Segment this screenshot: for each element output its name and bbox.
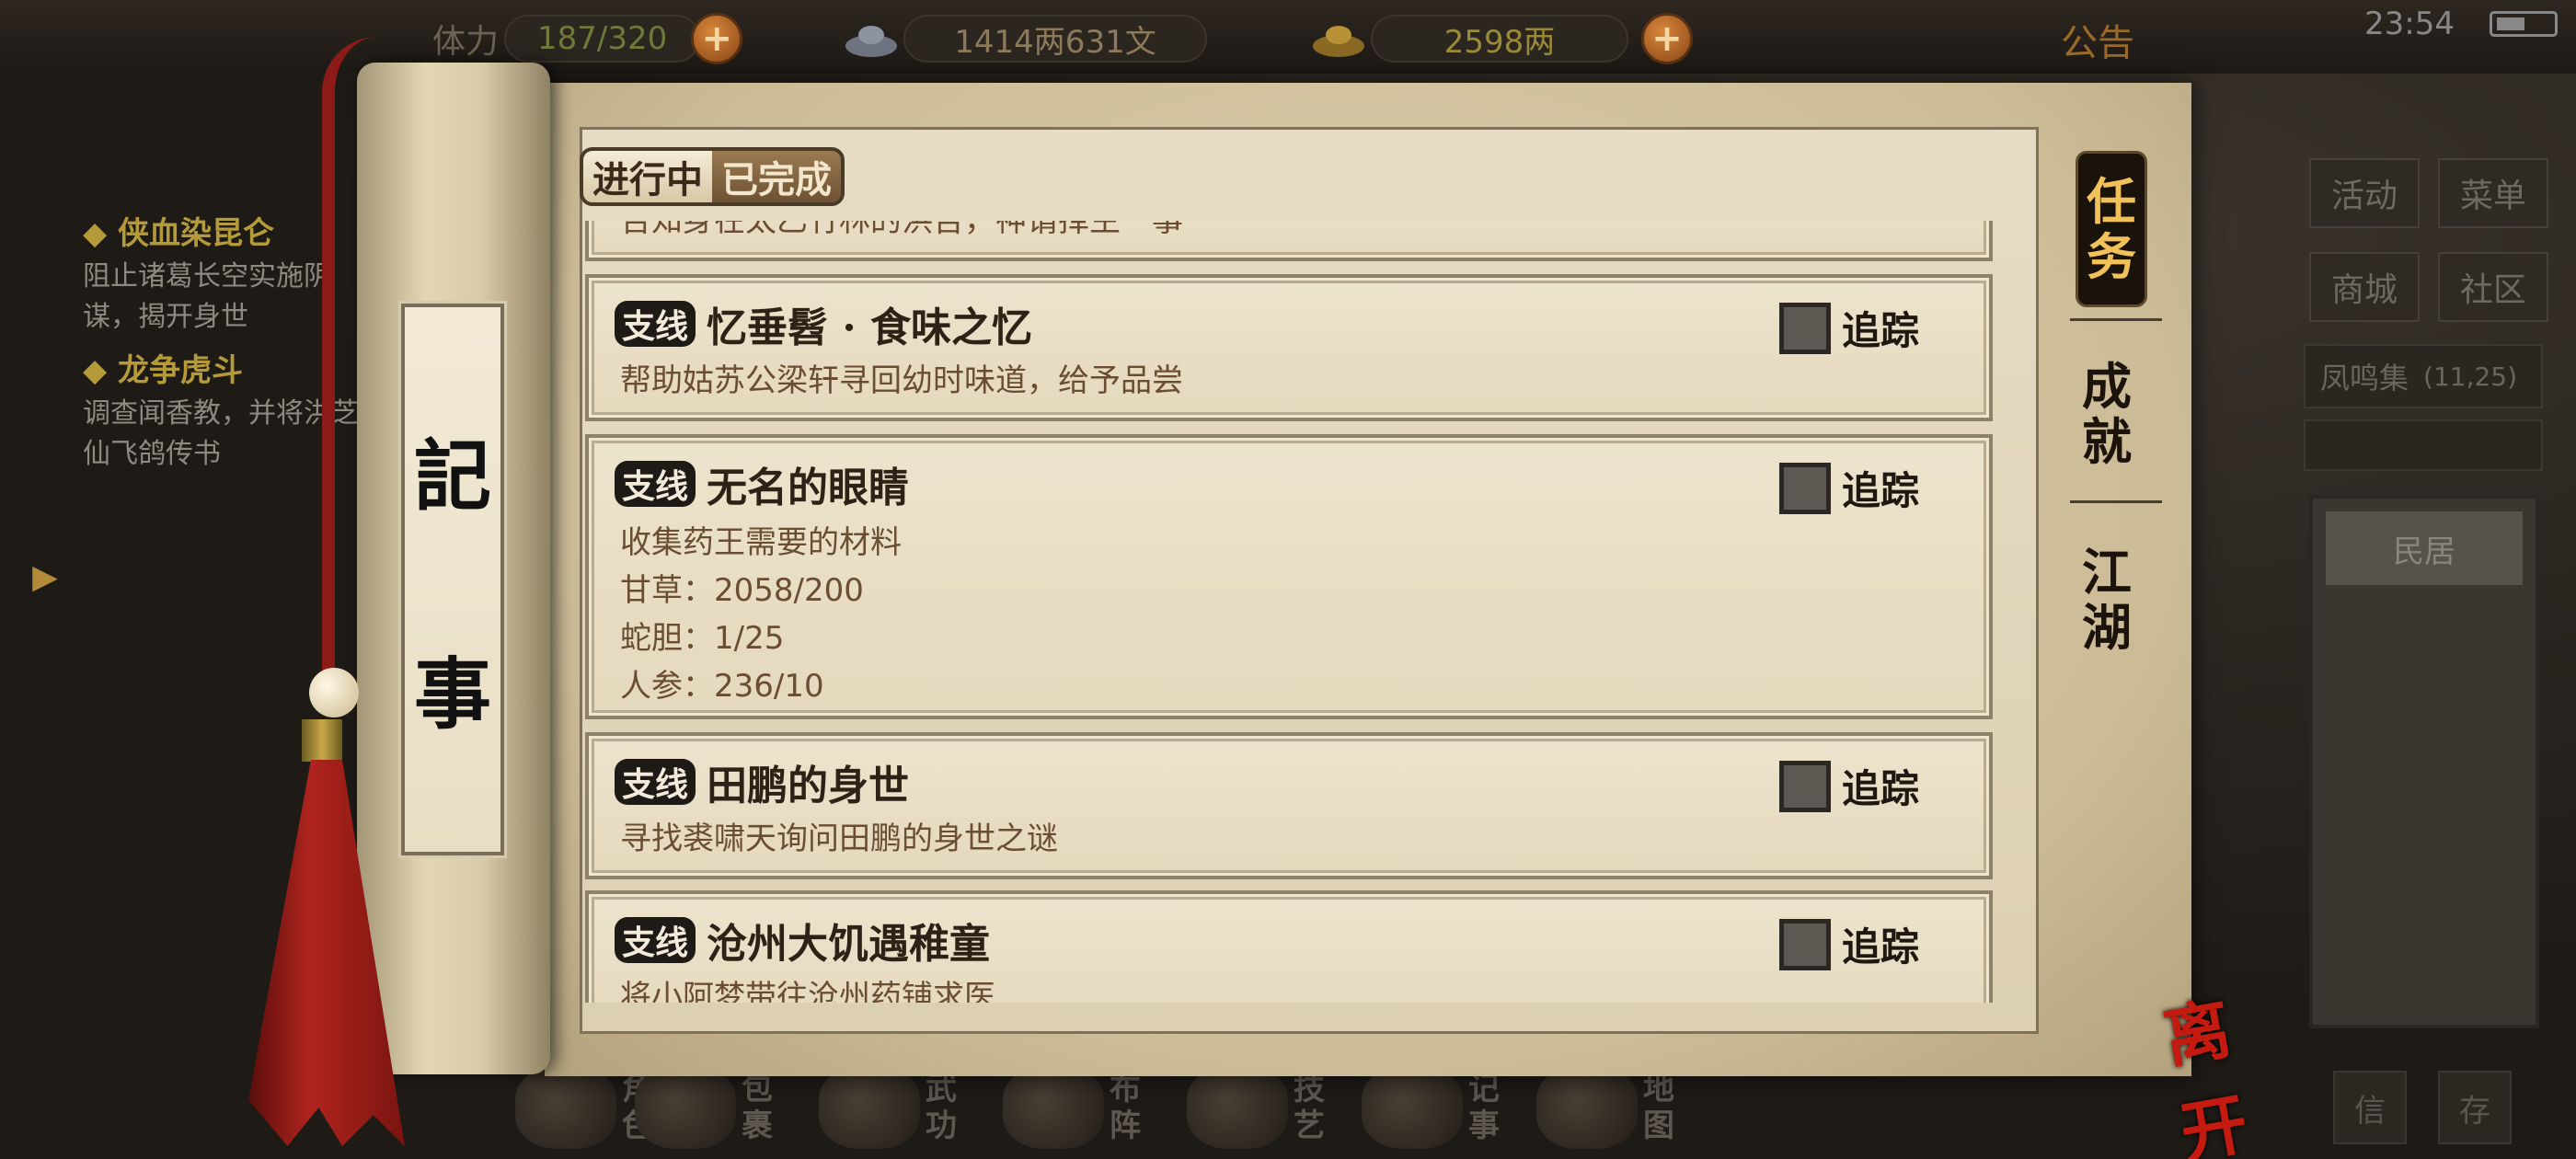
track-label: 追踪 [1841,468,1919,513]
tab-char: 就 [2082,412,2132,471]
notice-button[interactable]: 公告 [2061,13,2134,66]
leave-button[interactable]: 离开 [2158,989,2309,1159]
battery-icon [2490,11,2558,37]
tab-char: 务 [2087,227,2136,286]
quest-card[interactable]: 支线 无名的眼睛 追踪 收集药王需要的材料 甘草：2058/200 蛇胆：1/2… [585,434,1993,719]
quest-title: 无名的眼睛 [707,465,910,511]
nav-label: 地图 [1643,1071,1674,1144]
shop-button[interactable]: 商城 [2309,252,2420,322]
location-coords: (11,25) [2423,361,2518,392]
bagua-icon [1003,1066,1104,1149]
quest-title: 田鹏的身世 [707,763,910,809]
quest-title: 忆垂髫 · 食味之忆 [707,304,1032,351]
quest-item-progress: 人参：236/10 [620,668,824,705]
quest-item-progress: 蛇胆：1/25 [620,620,785,657]
scroll-title-plaque: 記 事 [398,301,507,858]
quest-card[interactable]: 告知身在太乙竹林的洪吉，神谓择主一事 [585,221,1993,261]
track-checkbox[interactable] [1778,760,1831,812]
track-toggle[interactable]: 追踪 [1778,916,1919,972]
quest-card[interactable]: 支线 田鹏的身世 追踪 寻找裘啸天询问田鹏的身世之谜 [585,732,1993,879]
tassel-cap [302,719,342,762]
scroll-title-char: 事 [413,648,491,740]
quest-header: 支线 田鹏的身世 [615,752,909,811]
track-label: 追踪 [1841,924,1919,970]
tab-char: 江 [2082,543,2132,602]
track-checkbox[interactable] [1778,462,1831,514]
tab-completed[interactable]: 已完成 [712,151,841,202]
stamina-label: 体力 [432,23,500,61]
copper-resource: 1414两631文 [839,13,1207,64]
quest-item-progress: 甘草：2058/200 [620,572,864,609]
track-checkbox[interactable] [1778,918,1831,970]
add-stamina-button[interactable]: + [691,13,743,64]
side-quest-tag: 支线 [615,917,696,963]
journal-icon [1362,1066,1463,1149]
silver-ingot-icon [839,13,903,64]
add-gold-button[interactable]: + [1641,13,1693,64]
track-toggle[interactable]: 追踪 [1778,300,1919,356]
copper-value: 1414两631文 [903,15,1207,63]
gold-resource: 2598两 + [1306,13,1693,64]
quest-card[interactable]: 支线 忆垂髫 · 食味之忆 追踪 帮助姑苏公梁轩寻回幼时味道，给予品尝 [585,274,1993,421]
nav-label: 包裹 [742,1071,773,1144]
tassel-cord [322,37,377,699]
quest-title: 沧州大饥遇稚童 [707,921,991,968]
tab-in-progress[interactable]: 进行中 [583,151,712,202]
quest-header: 支线 无名的眼睛 [615,454,909,513]
tab-char: 湖 [2082,598,2132,657]
community-button[interactable]: 社区 [2438,252,2548,322]
side-quest-tag: 支线 [615,461,696,507]
nav-label: 技艺 [1294,1071,1325,1144]
bag-icon [635,1066,736,1149]
books-icon [819,1066,920,1149]
side-quest-tag: 支线 [615,301,696,347]
location-display: 凤鸣集 (11,25) [2304,344,2543,408]
track-checkbox[interactable] [1778,302,1831,354]
tab-divider [2070,318,2162,321]
mail-button[interactable]: 信 [2333,1071,2407,1144]
quest-header: 支线 沧州大饥遇稚童 [615,911,990,970]
track-label: 追踪 [1841,308,1919,353]
track-label: 追踪 [1841,766,1919,811]
gold-ingot-icon [1306,13,1371,64]
quest-list[interactable]: 告知身在太乙竹林的洪吉，神谓择主一事 支线 忆垂髫 · 食味之忆 追踪 帮助姑苏… [585,221,1993,1003]
quest-desc: 告知身在太乙竹林的洪吉，神谓择主一事 [620,221,1183,239]
tab-jianghu[interactable]: 江 湖 [2061,545,2153,655]
activity-button[interactable]: 活动 [2309,158,2420,228]
quest-desc: 帮助姑苏公梁轩寻回幼时味道，给予品尝 [620,362,1183,399]
quest-desc: 将小阿梦带往沧州药铺求医 [620,979,995,1003]
tassel-bead [309,668,359,717]
track-toggle[interactable]: 追踪 [1778,460,1919,516]
quest-desc: 收集药王需要的材料 [620,524,902,561]
stamina-value: 187/320 [504,15,701,63]
minimap-strip [2304,419,2543,471]
quest-header: 支线 忆垂髫 · 食味之忆 [615,294,1032,353]
house-button[interactable]: 民居 [2326,511,2523,585]
gold-value: 2598两 [1371,15,1628,63]
clock: 23:54 [2364,6,2455,42]
location-name: 凤鸣集 [2320,361,2409,396]
status-tabs: 进行中 已完成 [580,147,845,206]
track-toggle[interactable]: 追踪 [1778,758,1919,814]
quest-card[interactable]: 支线 沧州大饥遇稚童 追踪 将小阿梦带往沧州药铺求医 [585,890,1993,1003]
nav-label: 记事 [1468,1071,1500,1144]
tab-achievements[interactable]: 成 就 [2061,359,2153,469]
expand-arrow-icon[interactable]: ▶ [20,552,70,602]
stamina-resource: 体力 187/320 + [432,13,743,64]
quest-desc: 寻找裘啸天询问田鹏的身世之谜 [620,820,1058,857]
character-icon [515,1066,616,1149]
scroll-title-char: 記 [413,430,491,522]
tab-char: 任 [2087,172,2136,231]
nav-label: 武功 [926,1071,957,1144]
craft-icon [1187,1066,1288,1149]
nav-label: 布阵 [1110,1071,1141,1144]
side-quest-tag: 支线 [615,759,696,805]
menu-button[interactable]: 菜单 [2438,158,2548,228]
save-button[interactable]: 存 [2438,1071,2512,1144]
tab-char: 成 [2082,357,2132,416]
location-panel: 民居 [2309,495,2539,1028]
tab-tasks[interactable]: 任 务 [2076,151,2147,307]
tab-divider [2070,500,2162,503]
map-icon [1536,1066,1638,1149]
